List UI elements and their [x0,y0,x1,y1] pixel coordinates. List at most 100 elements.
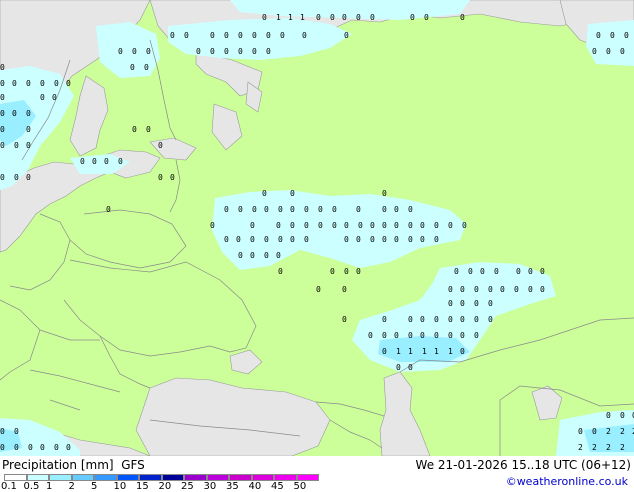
scale-swatch [139,474,162,481]
precip-symbol: 0 [516,267,521,276]
scale-tick-label: 35 [226,481,239,492]
precip-symbol: 0 [620,411,625,420]
scale-swatch [71,474,94,481]
precip-symbol: 0 [14,141,19,150]
precip-symbol: 0 [434,221,439,230]
precip-symbol: 0 [460,285,465,294]
precip-symbol: 0 [146,47,151,56]
precip-symbol: 0 [528,285,533,294]
precip-symbol: 0 [236,235,241,244]
precip-symbol: 0 [158,141,163,150]
precip-symbol: 0 [280,31,285,40]
precip-symbol: 0 [304,235,309,244]
precip-symbol: 1 [300,13,305,22]
precip-symbol: 0 [408,331,413,340]
precip-symbol: 1 [422,347,427,356]
precip-symbol: 0 [12,79,17,88]
precip-symbol: 0 [480,267,485,276]
precip-symbol: 0 [408,235,413,244]
scale-swatch [184,474,207,481]
precip-symbol: 0 [0,93,5,102]
scale-tick-label: 5 [91,481,98,492]
precip-symbol: 0 [0,141,5,150]
precip-symbol: 0 [12,109,17,118]
precip-symbol: 0 [620,47,625,56]
precip-symbol: 0 [494,267,499,276]
precip-symbol: 0 [488,285,493,294]
precip-symbol: 0 [606,411,611,420]
precip-symbol: 0 [184,31,189,40]
precip-symbol: 0 [130,63,135,72]
precip-symbol: 0 [408,221,413,230]
precip-symbol: 1 [396,347,401,356]
scale-swatch [4,474,27,481]
scale-swatch [116,474,139,481]
precip-symbol: 0 [40,79,45,88]
precip-symbol: 0 [382,315,387,324]
precip-symbol: 0 [540,267,545,276]
precip-symbol: 0 [408,205,413,214]
scale-tick-label: 2 [68,481,75,492]
precip-symbol: 0 [356,267,361,276]
precip-symbol: 0 [330,13,335,22]
precip-symbol: 0 [474,331,479,340]
precip-symbol: 0 [158,173,163,182]
precip-symbol: 0 [278,267,283,276]
precip-symbol: 0 [224,47,229,56]
precip-symbol: 0 [132,47,137,56]
precip-symbol: 0 [302,31,307,40]
precip-symbol: 0 [0,427,5,436]
precip-symbol: 0 [382,189,387,198]
credit-link[interactable]: ©weatheronline.co.uk [506,475,628,488]
precip-symbol: 0 [252,47,257,56]
precip-symbol: 0 [26,109,31,118]
precip-symbol: 0 [146,125,151,134]
scale-swatch [251,474,274,481]
precip-symbol: 0 [276,221,281,230]
precip-symbol: 0 [420,235,425,244]
precip-symbol: 0 [250,251,255,260]
scale-swatch [206,474,229,481]
precip-symbol: 0 [344,267,349,276]
precip-symbol: 2 [620,443,625,452]
precip-symbol: 0 [118,47,123,56]
precip-symbol: 0 [238,47,243,56]
precip-symbol: 0 [448,331,453,340]
precip-symbol: 0 [474,285,479,294]
precip-symbol: 0 [276,251,281,260]
scale-tick-label: 30 [203,481,217,492]
precip-symbol: 0 [0,109,5,118]
precip-symbol: 0 [304,221,309,230]
precip-symbol: 0 [410,13,415,22]
precip-symbol: 0 [210,47,215,56]
precip-symbol: 0 [382,205,387,214]
precip-symbol: 0 [26,141,31,150]
precip-symbol: 2 [578,443,583,452]
precip-symbol: 0 [578,427,583,436]
precip-symbol: 0 [250,221,255,230]
color-scale: 0.1 0.5 1 2 5 10 15 20 25 30 35 40 45 50 [0,474,330,492]
precip-symbol: 0 [92,157,97,166]
precip-symbol: 0 [382,221,387,230]
precip-symbol: 0 [332,221,337,230]
precip-symbol: 1 [434,347,439,356]
precip-symbol: 0 [316,285,321,294]
precip-symbol: 0 [460,13,465,22]
precip-symbol: 0 [210,31,215,40]
precip-symbol: 0 [474,299,479,308]
precip-symbol: 0 [318,205,323,214]
precip-symbol: 0 [606,47,611,56]
scale-swatch [26,474,49,481]
precip-symbol: 0 [252,31,257,40]
precip-symbol: 0 [250,235,255,244]
scale-tick-label: 45 [271,481,284,492]
precip-symbol: 0 [610,31,615,40]
precip-symbol: 0 [488,299,493,308]
precip-symbol: 0 [144,63,149,72]
precip-symbol: 0 [0,173,5,182]
precip-symbol: 0 [290,235,295,244]
precip-symbol: 0 [118,157,123,166]
scale-tick-label: 40 [248,481,262,492]
precip-symbol: 0 [424,13,429,22]
precip-symbol: 0 [238,251,243,260]
